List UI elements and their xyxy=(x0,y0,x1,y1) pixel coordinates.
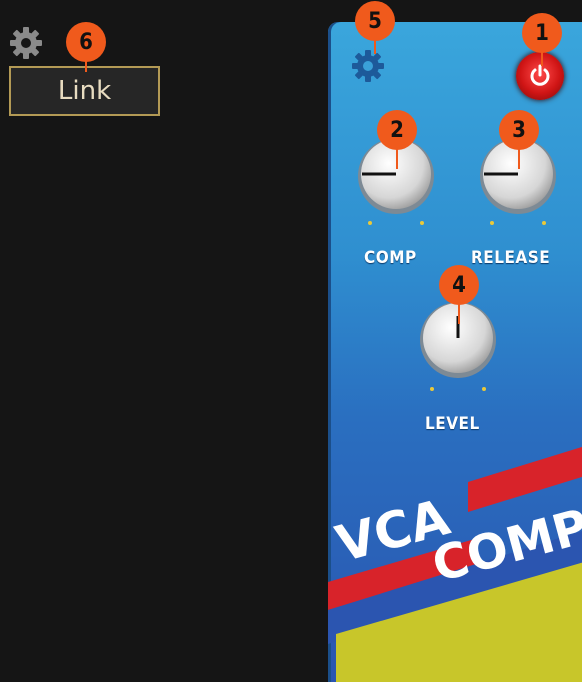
level-max-dot xyxy=(482,387,486,391)
callout-line-1 xyxy=(541,52,543,66)
power-button[interactable] xyxy=(516,52,564,100)
callout-badge-3: 3 xyxy=(499,110,539,150)
settings-gear-icon[interactable] xyxy=(9,26,43,60)
vca-comp-pedal: COMP RELEASE LEVEL VCA COMP xyxy=(328,22,582,682)
callout-badge-1: 1 xyxy=(522,13,562,53)
callout-badge-5: 5 xyxy=(355,1,395,41)
power-icon xyxy=(530,64,550,86)
comp-label: COMP xyxy=(364,248,417,268)
link-button[interactable]: Link xyxy=(9,66,160,116)
release-max-dot xyxy=(542,221,546,225)
comp-min-dot xyxy=(368,221,372,225)
callout-line-3 xyxy=(518,149,520,169)
release-min-dot xyxy=(490,221,494,225)
callout-badge-4: 4 xyxy=(439,265,479,305)
callout-line-2 xyxy=(396,149,398,169)
callout-line-5 xyxy=(374,40,376,54)
comp-max-dot xyxy=(420,221,424,225)
pedal-settings-gear-icon[interactable] xyxy=(350,48,386,84)
callout-badge-2: 2 xyxy=(377,110,417,150)
vca-comp-logo: VCA COMP xyxy=(328,446,582,682)
callout-badge-6: 6 xyxy=(66,22,106,62)
level-min-dot xyxy=(430,387,434,391)
release-label: RELEASE xyxy=(471,248,551,268)
callout-line-4 xyxy=(458,304,460,324)
level-label: LEVEL xyxy=(425,414,480,434)
